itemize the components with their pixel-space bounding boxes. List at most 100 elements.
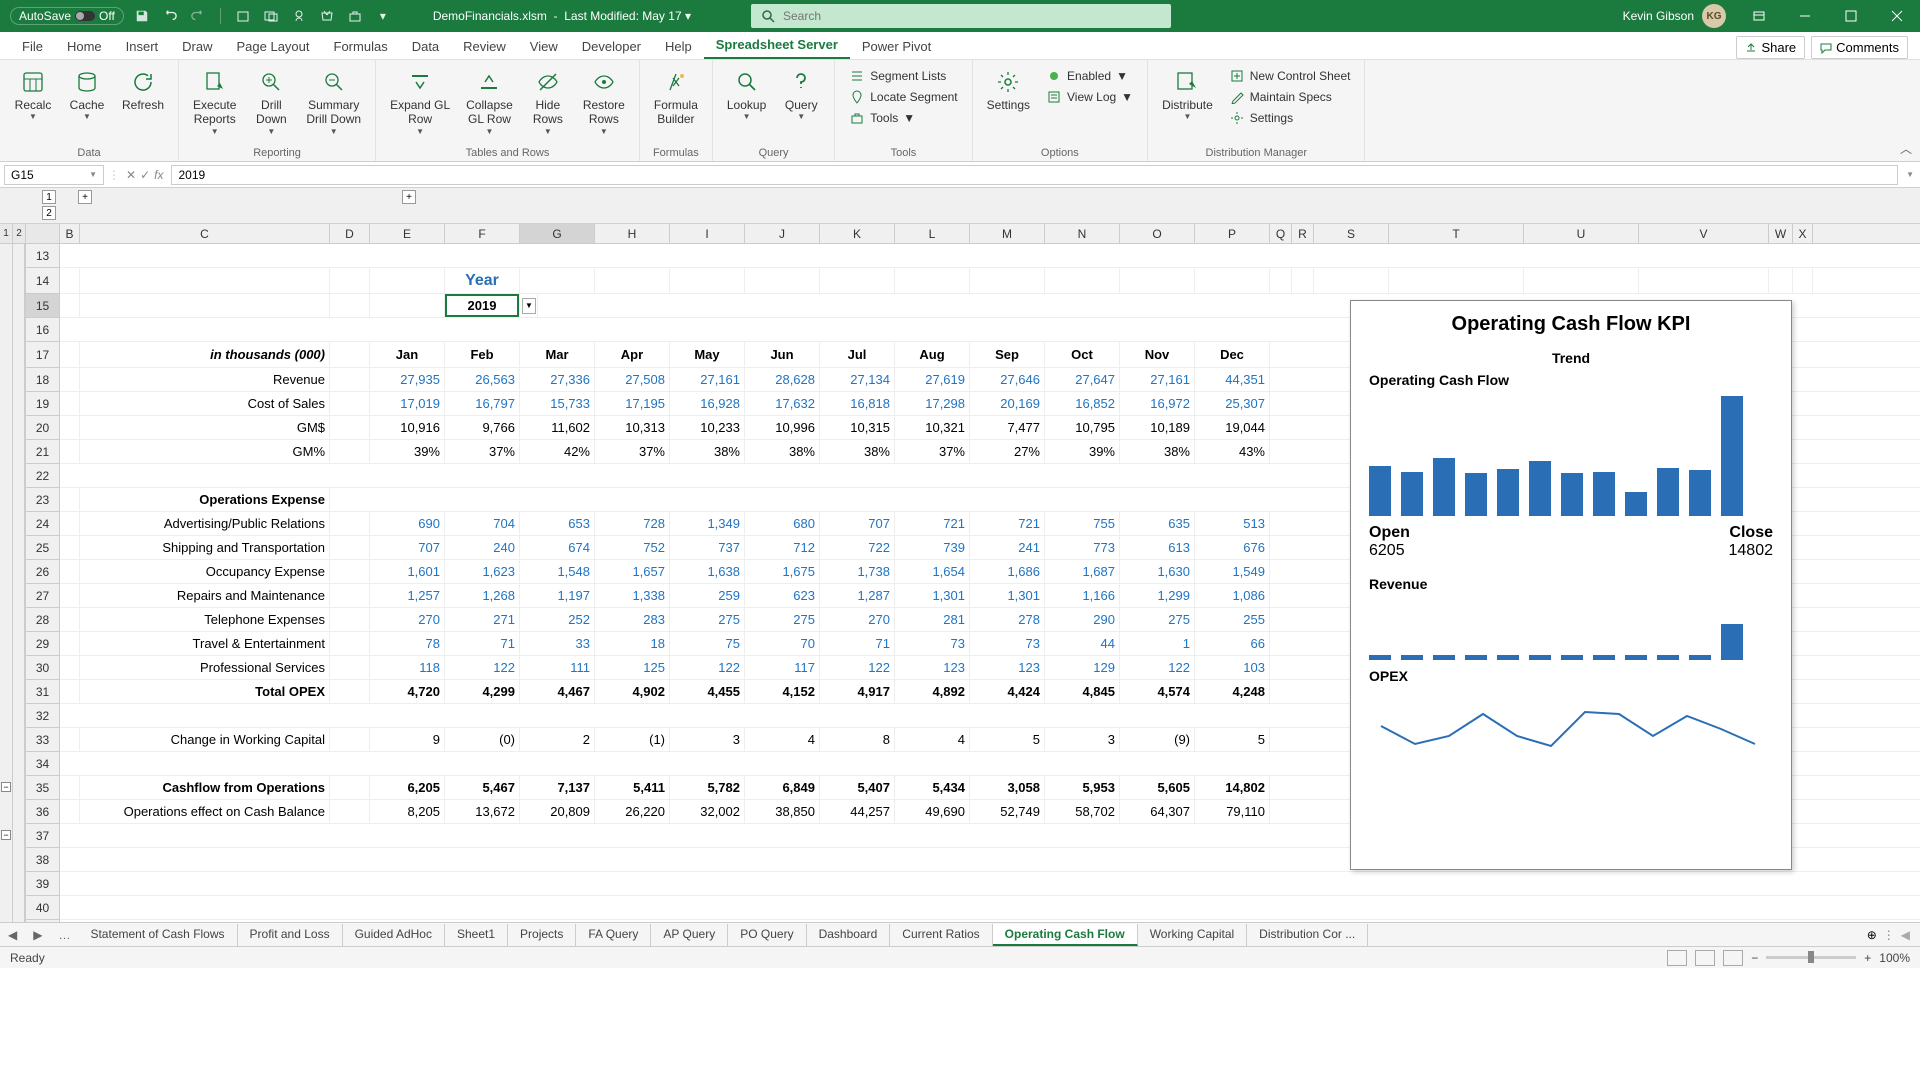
cell[interactable] bbox=[80, 268, 330, 293]
col-header-J[interactable]: J bbox=[745, 224, 820, 243]
new-control-sheet-button[interactable]: New Control Sheet bbox=[1223, 66, 1357, 86]
cell[interactable]: 1,299 bbox=[1120, 584, 1195, 607]
outline-level-1[interactable]: 1 bbox=[42, 190, 56, 204]
row-header-24[interactable]: 24 bbox=[26, 512, 59, 536]
cell[interactable]: 14,802 bbox=[1195, 776, 1270, 799]
scroll-left-icon[interactable]: ◀ bbox=[1901, 928, 1910, 942]
cell[interactable]: 13,672 bbox=[445, 800, 520, 823]
cell[interactable]: 118 bbox=[370, 656, 445, 679]
cell[interactable] bbox=[60, 800, 80, 823]
cell[interactable]: 27% bbox=[970, 440, 1045, 463]
cell[interactable]: 5,953 bbox=[1045, 776, 1120, 799]
cell[interactable]: 240 bbox=[445, 536, 520, 559]
cell[interactable] bbox=[330, 268, 370, 293]
cell[interactable]: (0) bbox=[445, 728, 520, 751]
cell[interactable]: 275 bbox=[745, 608, 820, 631]
cell[interactable] bbox=[330, 680, 370, 703]
cell[interactable]: 739 bbox=[895, 536, 970, 559]
cell[interactable]: (1) bbox=[595, 728, 670, 751]
cell[interactable]: 75 bbox=[670, 632, 745, 655]
col-header-S[interactable]: S bbox=[1314, 224, 1389, 243]
cell[interactable]: Nov bbox=[1120, 342, 1195, 367]
cell[interactable]: 1,166 bbox=[1045, 584, 1120, 607]
cell[interactable]: Feb bbox=[445, 342, 520, 367]
cell[interactable]: 19,044 bbox=[1195, 416, 1270, 439]
cell[interactable]: Operations effect on Cash Balance bbox=[80, 800, 330, 823]
cell[interactable]: 38% bbox=[820, 440, 895, 463]
ribbon-display-icon[interactable] bbox=[1736, 0, 1782, 32]
cell[interactable]: 2 bbox=[520, 728, 595, 751]
cell[interactable]: 4,248 bbox=[1195, 680, 1270, 703]
cell[interactable]: 123 bbox=[970, 656, 1045, 679]
cell[interactable]: 38,850 bbox=[745, 800, 820, 823]
sheet-tab[interactable]: Sheet1 bbox=[445, 924, 508, 946]
lookup-button[interactable]: Lookup▼ bbox=[721, 64, 772, 145]
row-header-14[interactable]: 14 bbox=[26, 268, 59, 294]
cell[interactable] bbox=[330, 440, 370, 463]
cell[interactable]: 4,574 bbox=[1120, 680, 1195, 703]
sheet-tab[interactable]: Dashboard bbox=[807, 924, 891, 946]
user-account[interactable]: Kevin Gibson KG bbox=[1623, 4, 1736, 28]
cell[interactable]: 241 bbox=[970, 536, 1045, 559]
cell[interactable] bbox=[60, 560, 80, 583]
sheet-tab[interactable]: Guided AdHoc bbox=[343, 924, 445, 946]
cell[interactable]: 39% bbox=[370, 440, 445, 463]
search-input[interactable] bbox=[783, 9, 1161, 23]
cell[interactable]: 613 bbox=[1120, 536, 1195, 559]
cell[interactable]: 278 bbox=[970, 608, 1045, 631]
cell[interactable]: 17,195 bbox=[595, 392, 670, 415]
year-dropdown-icon[interactable]: ▼ bbox=[522, 298, 536, 314]
refresh-button[interactable]: Refresh bbox=[116, 64, 170, 145]
page-layout-view-icon[interactable] bbox=[1695, 950, 1715, 966]
cell[interactable]: 1,197 bbox=[520, 584, 595, 607]
cell[interactable]: 275 bbox=[1120, 608, 1195, 631]
row-header-38[interactable]: 38 bbox=[26, 848, 59, 872]
cell[interactable]: GM% bbox=[80, 440, 330, 463]
cell[interactable]: Revenue bbox=[80, 368, 330, 391]
cell[interactable]: 27,646 bbox=[970, 368, 1045, 391]
cell[interactable]: 1,301 bbox=[895, 584, 970, 607]
cell[interactable]: 20,809 bbox=[520, 800, 595, 823]
cell[interactable]: 10,321 bbox=[895, 416, 970, 439]
year-cell[interactable]: 2019 bbox=[445, 294, 520, 317]
col-header-K[interactable]: K bbox=[820, 224, 895, 243]
formula-input[interactable]: 2019 bbox=[171, 165, 1898, 185]
cell[interactable]: 9,766 bbox=[445, 416, 520, 439]
cell[interactable] bbox=[60, 488, 80, 511]
cell[interactable]: 27,336 bbox=[520, 368, 595, 391]
cache-button[interactable]: Cache▼ bbox=[62, 64, 112, 145]
cell[interactable]: 42% bbox=[520, 440, 595, 463]
cell[interactable]: 16,852 bbox=[1045, 392, 1120, 415]
cell[interactable]: 129 bbox=[1045, 656, 1120, 679]
cell[interactable]: 290 bbox=[1045, 608, 1120, 631]
cell[interactable]: 44,351 bbox=[1195, 368, 1270, 391]
cell[interactable] bbox=[1195, 268, 1270, 293]
cell[interactable]: 4,152 bbox=[745, 680, 820, 703]
expand-formula-icon[interactable]: ▼ bbox=[1900, 170, 1920, 179]
qat-icon-2[interactable] bbox=[261, 6, 281, 26]
cell[interactable] bbox=[330, 800, 370, 823]
cell[interactable] bbox=[595, 268, 670, 293]
sheet-tab[interactable]: PO Query bbox=[728, 924, 806, 946]
cell[interactable]: 3 bbox=[670, 728, 745, 751]
cell[interactable]: 728 bbox=[595, 512, 670, 535]
cell[interactable]: 773 bbox=[1045, 536, 1120, 559]
row-header-32[interactable]: 32 bbox=[26, 704, 59, 728]
cell[interactable] bbox=[60, 416, 80, 439]
cell[interactable]: 1,738 bbox=[820, 560, 895, 583]
cell[interactable]: 704 bbox=[445, 512, 520, 535]
cell[interactable]: 281 bbox=[895, 608, 970, 631]
cell[interactable]: Jun bbox=[745, 342, 820, 367]
cell[interactable]: 270 bbox=[370, 608, 445, 631]
cell[interactable] bbox=[1793, 268, 1813, 293]
cell[interactable]: 122 bbox=[1120, 656, 1195, 679]
cell[interactable]: Telephone Expenses bbox=[80, 608, 330, 631]
ribbon-tab-help[interactable]: Help bbox=[653, 34, 704, 59]
cell[interactable]: 73 bbox=[970, 632, 1045, 655]
outline-expand-col[interactable]: + bbox=[402, 190, 416, 204]
maintain-specs-button[interactable]: Maintain Specs bbox=[1223, 87, 1357, 107]
cell[interactable]: 680 bbox=[745, 512, 820, 535]
cell[interactable] bbox=[330, 368, 370, 391]
cell[interactable] bbox=[60, 656, 80, 679]
cell[interactable] bbox=[330, 776, 370, 799]
